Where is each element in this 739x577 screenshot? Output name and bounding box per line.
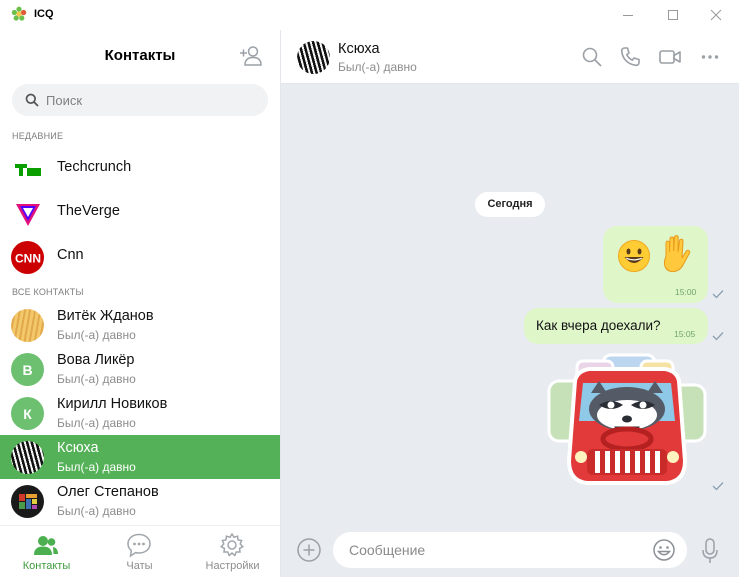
contact-name: Cnn: [57, 247, 84, 263]
date-separator: Сегодня: [475, 192, 545, 217]
contact-name: Вова Ликёр: [57, 352, 135, 368]
recent-item-theverge[interactable]: TheVerge: [0, 191, 280, 235]
read-check-icon: [712, 482, 724, 491]
maximize-icon: [668, 10, 678, 20]
waving-hand-emoji: [663, 235, 691, 273]
theverge-logo: [11, 197, 44, 230]
all-contacts-section-label: ВСЕ КОНТАКТЫ: [12, 287, 84, 297]
tab-label: Чаты: [126, 560, 153, 572]
chat-contact-name[interactable]: Ксюха: [338, 41, 380, 57]
phone-icon[interactable]: [618, 45, 642, 69]
message-text: Как вчера доехали?: [536, 318, 661, 333]
cnn-logo: CNN: [11, 241, 44, 274]
minimize-icon: [623, 15, 633, 16]
chat-bubble-icon: [127, 533, 151, 558]
sidebar-title: Контакты: [104, 47, 176, 64]
raccoon-driving-car-sticker[interactable]: [547, 351, 707, 491]
avatar: К: [11, 397, 44, 430]
tab-label: Контакты: [22, 560, 71, 572]
gear-icon: [219, 532, 245, 557]
contact-item-kirill[interactable]: К Кирилл Новиков Был(-а) давно: [0, 391, 280, 435]
read-check-icon: [712, 332, 724, 341]
avatar: В: [11, 353, 44, 386]
chat-contact-status: Был(-а) давно: [338, 60, 417, 74]
add-contact-icon[interactable]: [239, 44, 265, 68]
avatar: [11, 441, 44, 474]
contacts-icon: [34, 536, 58, 555]
bottom-tab-bar: Контакты Чаты Настройки: [0, 525, 280, 577]
message-bubble-outgoing[interactable]: 15:00: [603, 226, 708, 303]
message-time: 15:00: [675, 287, 697, 297]
contact-item-ksyuha[interactable]: Ксюха Был(-а) давно: [0, 435, 280, 479]
avatar: [11, 309, 44, 342]
tab-contacts[interactable]: Контакты: [0, 526, 93, 577]
message-list[interactable]: Сегодня 15:00 Как вчера доехали? 15:05: [281, 84, 739, 521]
emoji-smile-icon[interactable]: [652, 538, 676, 562]
maximize-button[interactable]: [650, 0, 696, 30]
contact-name: Кирилл Новиков: [57, 396, 168, 412]
tab-label: Настройки: [205, 560, 260, 572]
tab-settings[interactable]: Настройки: [186, 526, 279, 577]
message-input[interactable]: [349, 540, 649, 560]
contact-name: Олег Степанов: [57, 484, 159, 500]
tab-chats[interactable]: Чаты: [93, 526, 186, 577]
grinning-face-emoji: [618, 240, 650, 272]
contact-status: Был(-а) давно: [57, 504, 136, 518]
search-input[interactable]: [46, 90, 256, 110]
microphone-icon[interactable]: [701, 538, 719, 564]
search-icon: [25, 93, 39, 107]
contact-name: TheVerge: [57, 203, 120, 219]
recent-item-cnn[interactable]: CNN Cnn: [0, 235, 280, 279]
recent-item-techcrunch[interactable]: Techcrunch: [0, 147, 280, 191]
search-box[interactable]: [12, 84, 268, 116]
contact-status: Был(-а) давно: [57, 416, 136, 430]
read-check-icon: [712, 290, 724, 299]
video-icon[interactable]: [658, 45, 682, 69]
message-input-box[interactable]: [333, 532, 687, 568]
app-title: ICQ: [34, 8, 54, 20]
message-bubble-outgoing[interactable]: Как вчера доехали? 15:05: [524, 308, 708, 344]
title-bar: ICQ: [0, 0, 739, 30]
contact-name: Ксюха: [57, 440, 99, 456]
contact-item-oleg[interactable]: Олег Степанов Был(-а) давно: [0, 479, 280, 523]
contacts-sidebar: Контакты НЕДАВНИЕ Techcrunch: [0, 30, 281, 577]
message-time: 15:05: [674, 329, 696, 339]
sidebar-header: Контакты: [0, 30, 280, 82]
contact-item-vitek[interactable]: Витёк Жданов Был(-а) давно: [0, 303, 280, 347]
minimize-button[interactable]: [605, 0, 651, 30]
techcrunch-logo: [11, 153, 44, 186]
icq-flower-icon: [11, 6, 27, 21]
avatar[interactable]: [297, 41, 330, 74]
svg-text:CNN: CNN: [15, 251, 41, 265]
contact-status: Был(-а) давно: [57, 372, 136, 386]
attach-plus-icon[interactable]: [296, 537, 322, 563]
chat-header: Ксюха Был(-а) давно: [281, 30, 739, 84]
more-icon[interactable]: [698, 45, 722, 69]
contact-status: Был(-а) давно: [57, 328, 136, 342]
close-icon: [710, 9, 722, 21]
avatar: [11, 485, 44, 518]
close-button[interactable]: [693, 0, 739, 30]
message-composer: [281, 521, 739, 577]
contact-name: Витёк Жданов: [57, 308, 154, 324]
contact-item-vova[interactable]: В Вова Ликёр Был(-а) давно: [0, 347, 280, 391]
recent-section-label: НЕДАВНИЕ: [12, 131, 64, 141]
search-icon[interactable]: [580, 45, 604, 69]
contact-status: Был(-а) давно: [57, 460, 136, 474]
contact-name: Techcrunch: [57, 159, 132, 175]
